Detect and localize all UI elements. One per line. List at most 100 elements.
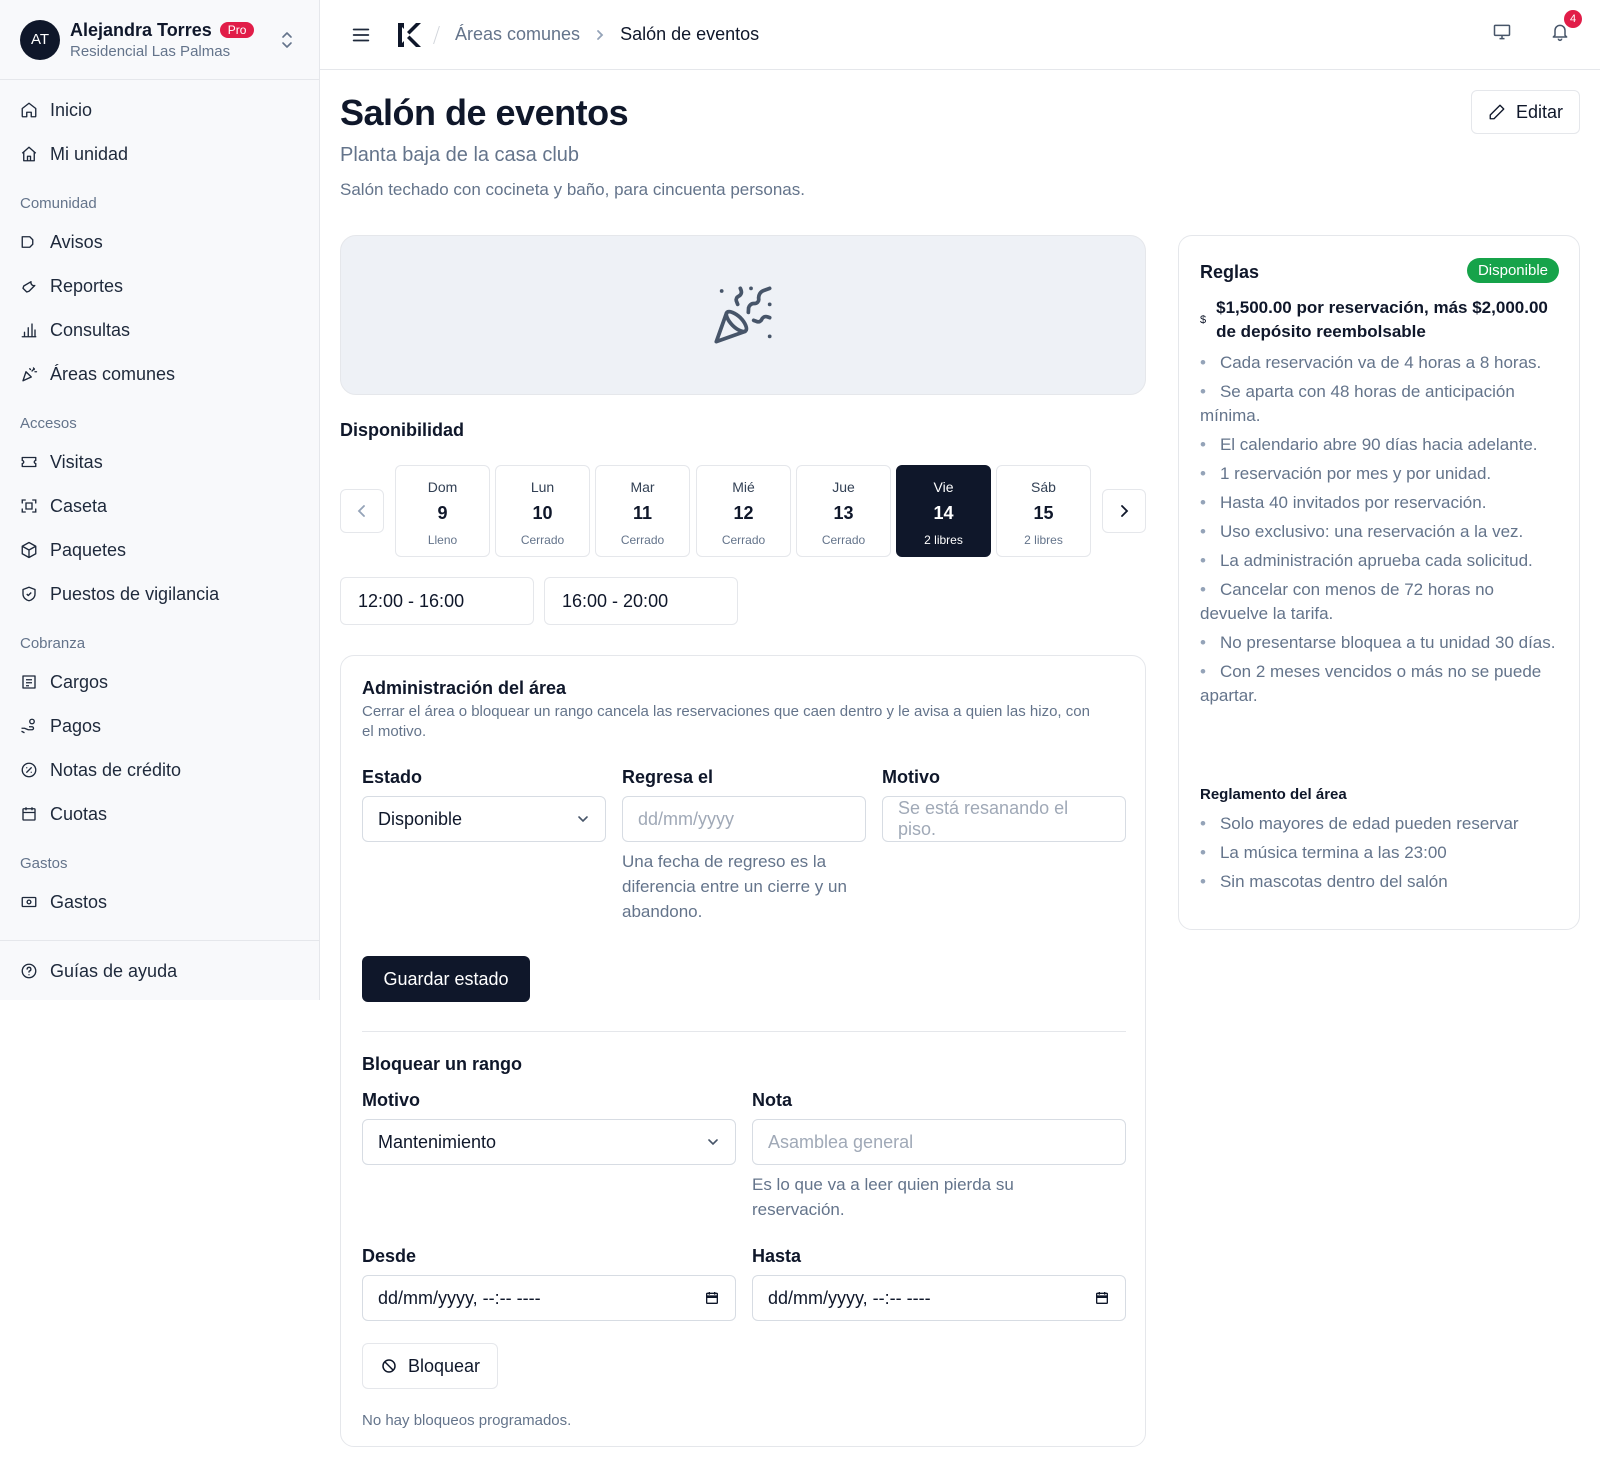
day-mie[interactable]: Mié 12 Cerrado [696,465,791,557]
time-slot[interactable]: 16:00 - 20:00 [544,577,738,625]
list-item: No presentarse bloquea a tu unidad 30 dí… [1200,631,1565,655]
block-range-title: Bloquear un rango [362,1054,523,1074]
sidebar-item-caseta[interactable]: Caseta [0,484,319,528]
day-date: 15 [1033,503,1054,523]
section-comunidad: Comunidad [20,194,97,212]
sidebar-item-inicio[interactable]: Inicio [0,88,319,132]
page-description: Salón techado con cocineta y baño, para … [340,180,805,199]
day-sab[interactable]: Sáb 15 2 libres [996,465,1091,557]
day-dom[interactable]: Dom 9 Lleno [395,465,490,557]
nota-input[interactable]: Asamblea general [752,1119,1126,1165]
motivo-input[interactable]: Se está resanando el piso. [882,796,1126,842]
sidebar-item-puestos-vigilancia[interactable]: Puestos de vigilancia [0,572,319,616]
sidebar: AT Alejandra Torres Pro Residencial Las … [0,0,320,1000]
desde-datetime-input[interactable]: dd/mm/yyyy, --:-- ---- [362,1275,736,1321]
block-motivo-select[interactable]: Mantenimiento [362,1119,736,1165]
menu-icon[interactable] [350,24,372,46]
day-status: Lleno [427,533,458,547]
sidebar-item-guias-ayuda[interactable]: Guías de ayuda [0,949,319,993]
badge-percent-icon [20,761,38,779]
sidebar-item-areas-comunes[interactable]: Áreas comunes [0,352,319,396]
dollar-icon: $ [1200,314,1207,326]
list-item: El calendario abre 90 días hacia adelant… [1200,433,1565,457]
sidebar-item-notas-credito[interactable]: Notas de crédito [0,748,319,792]
breadcrumb-divider [433,25,440,44]
notification-count-badge: 4 [1564,10,1582,28]
breadcrumb-parent[interactable]: Áreas comunes [455,24,580,45]
edit-button[interactable]: Editar [1470,90,1580,134]
sidebar-item-pagos[interactable]: Pagos [0,704,319,748]
list-item: 1 reservación por mes y por unidad. [1200,462,1565,486]
sidebar-item-cargos[interactable]: Cargos [0,660,319,704]
estado-select[interactable]: Disponible [362,796,606,842]
day-jue[interactable]: Jue 13 Cerrado [796,465,891,557]
regresa-date-input[interactable]: dd/mm/yyyy [622,796,866,842]
calendar-icon[interactable] [704,1290,720,1306]
sidebar-item-label: Avisos [50,231,103,252]
day-status: Cerrado [821,533,866,547]
motivo-placeholder: Se está resanando el piso. [898,798,1069,839]
home-icon [20,101,38,119]
day-vie-selected[interactable]: Vie 14 2 libres [896,465,991,557]
prev-days-button[interactable] [340,489,384,533]
admin-description: Cerrar el área o bloquear un rango cance… [362,703,1090,740]
sidebar-item-label: Paquetes [50,539,127,560]
chevron-right-icon [594,28,606,42]
sidebar-item-reportes[interactable]: Reportes [0,264,319,308]
hasta-datetime-input[interactable]: dd/mm/yyyy, --:-- ---- [752,1275,1126,1321]
ticket-icon [20,453,38,471]
avatar: AT [20,19,60,60]
party-popper-icon [711,283,775,347]
rules-list: Cada reservación va de 4 horas a 8 horas… [1200,351,1565,713]
page-title: Salón de eventos [340,92,629,133]
chevron-right-icon [1117,504,1131,518]
calendar-icon [20,805,38,823]
list-item: La administración aprueba cada solicitud… [1200,549,1565,573]
day-mar[interactable]: Mar 11 Cerrado [595,465,690,557]
day-name: Jue [832,479,855,495]
user-switcher[interactable]: AT Alejandra Torres Pro Residencial Las … [0,0,319,80]
day-date: 9 [437,503,448,523]
hand-coins-icon [20,717,38,735]
area-admin-card: Administración del área Cerrar el área o… [340,655,1146,1447]
sidebar-item-consultas[interactable]: Consultas [0,308,319,352]
time-slot[interactable]: 12:00 - 16:00 [340,577,534,625]
estado-value: Disponible [378,808,463,829]
sidebar-item-paquetes[interactable]: Paquetes [0,528,319,572]
section-gastos: Gastos [20,854,68,872]
block-button[interactable]: Bloquear [362,1343,498,1389]
list-item: Solo mayores de edad pueden reservar [1200,812,1565,836]
day-name: Sáb [1031,479,1056,495]
banknote-icon [20,893,38,911]
day-lun[interactable]: Lun 10 Cerrado [495,465,590,557]
list-item: Cancelar con menos de 72 horas no devuel… [1200,578,1565,626]
reglamento-title: Reglamento del área [1200,786,1347,803]
sidebar-item-label: Pagos [50,715,102,736]
calendar-icon[interactable] [1094,1290,1110,1306]
day-status: Cerrado [620,533,665,547]
receipt-icon [20,673,38,691]
chevrons-up-down-icon [279,29,295,51]
house-icon [20,145,38,163]
area-image-placeholder [340,235,1146,395]
sidebar-item-avisos[interactable]: Avisos [0,220,319,264]
megaphone-icon [20,233,38,251]
app-logo[interactable] [396,21,422,49]
notifications-button[interactable]: 4 [1550,10,1582,42]
list-item: Hasta 40 invitados por reservación. [1200,491,1565,515]
sidebar-item-cuotas[interactable]: Cuotas [0,792,319,836]
save-state-button[interactable]: Guardar estado [362,956,530,1002]
bar-chart-icon [20,321,38,339]
party-popper-icon [20,365,38,383]
monitor-icon[interactable] [1492,22,1512,42]
day-picker: Dom 9 Lleno Lun 10 Cerrado Mar 11 Cerrad… [340,465,1146,557]
day-date: 13 [833,503,854,523]
sidebar-item-gastos[interactable]: Gastos [0,880,319,924]
sidebar-item-visitas[interactable]: Visitas [0,440,319,484]
chevron-left-icon [355,504,369,518]
hasta-label: Hasta [752,1246,802,1266]
sidebar-item-label: Mi unidad [50,143,129,164]
section-cobranza: Cobranza [20,634,86,652]
sidebar-item-mi-unidad[interactable]: Mi unidad [0,132,319,176]
next-days-button[interactable] [1102,489,1146,533]
